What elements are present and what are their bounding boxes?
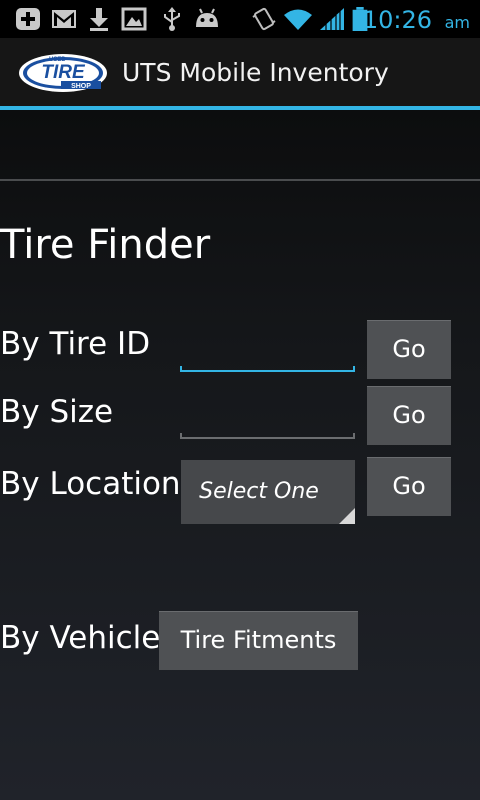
download-icon: [90, 8, 108, 31]
clock-time: 10:26: [362, 6, 432, 34]
android-debug-icon: [196, 8, 218, 27]
gmail-icon: [52, 10, 76, 28]
location-go-button[interactable]: Go: [367, 457, 451, 516]
divider: [0, 179, 480, 181]
size-label: By Size: [0, 394, 114, 430]
action-bar: USED TIRE SHOP UTS Mobile Inventory: [0, 38, 480, 106]
tire-fitments-button[interactable]: Tire Fitments: [159, 611, 358, 670]
vehicle-label: By Vehicle: [0, 620, 161, 656]
clock-ampm: am: [444, 13, 470, 32]
status-bar: 10:26 am: [0, 0, 480, 38]
add-notification-icon: [16, 8, 40, 30]
location-label: By Location: [0, 466, 181, 502]
usb-icon: [164, 7, 180, 31]
tire-id-go-button[interactable]: Go: [367, 320, 451, 379]
tire-id-input[interactable]: [180, 336, 355, 372]
tire-id-label: By Tire ID: [0, 326, 151, 362]
vibrate-icon: [252, 7, 276, 31]
used-tire-shop-logo: USED TIRE SHOP: [19, 54, 107, 92]
image-icon: [121, 7, 147, 31]
svg-text:SHOP: SHOP: [71, 83, 91, 90]
size-input[interactable]: [180, 403, 355, 439]
tire-finder-screen: Tire Finder By Tire ID Go By Size Go By …: [0, 110, 480, 800]
signal-icon: [320, 8, 344, 30]
svg-text:TIRE: TIRE: [41, 62, 86, 83]
app-title: UTS Mobile Inventory: [122, 58, 389, 87]
location-select[interactable]: Select One: [181, 460, 355, 524]
dropdown-corner-icon: [339, 508, 355, 524]
size-go-button[interactable]: Go: [367, 386, 451, 445]
location-select-value: Select One: [199, 479, 319, 504]
page-title: Tire Finder: [0, 222, 211, 268]
wifi-icon: [284, 9, 312, 30]
